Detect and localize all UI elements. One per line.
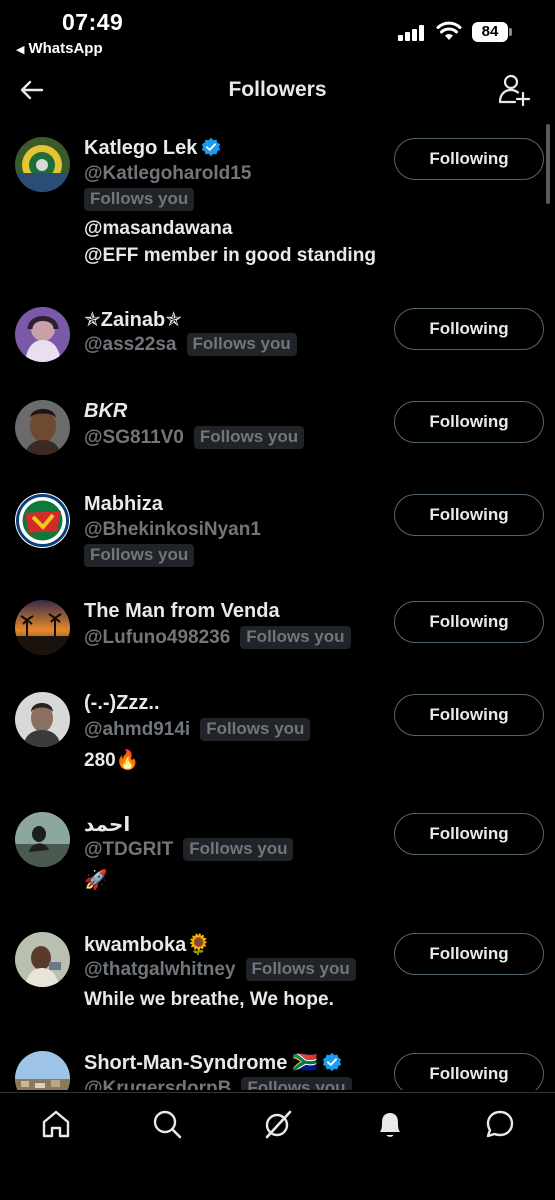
grok-icon[interactable] bbox=[261, 1107, 295, 1141]
avatar[interactable] bbox=[15, 307, 70, 362]
following-button[interactable]: Following bbox=[394, 308, 544, 350]
follower-name[interactable]: The Man from Venda bbox=[84, 600, 280, 623]
back-to-app-link[interactable]: ◀ WhatsApp bbox=[16, 40, 103, 57]
verified-badge-icon bbox=[202, 137, 221, 157]
follows-you-badge: Follows you bbox=[183, 838, 294, 861]
search-icon[interactable] bbox=[150, 1107, 184, 1141]
follows-you-badge: Follows you bbox=[84, 188, 195, 211]
list-item[interactable]: احمد @TDGRIT Follows you 🚀 Following bbox=[0, 800, 555, 915]
follows-you-badge: Follows you bbox=[84, 544, 195, 567]
follower-name[interactable]: (-.-)Zzz.. bbox=[84, 692, 160, 715]
follower-name[interactable]: BKR bbox=[84, 400, 127, 423]
handle-line: @SG811V0 Follows you bbox=[84, 426, 305, 449]
avatar[interactable] bbox=[15, 137, 70, 192]
avatar[interactable] bbox=[15, 493, 70, 548]
handle-line: @BhekinkosiNyan1 bbox=[84, 519, 261, 541]
follower-bio-line: While we breathe, We hope. bbox=[84, 989, 334, 1010]
home-icon[interactable] bbox=[39, 1107, 73, 1141]
verified-badge-icon bbox=[322, 1052, 341, 1072]
handle-line: @ahmd914i Follows you bbox=[84, 718, 311, 741]
list-item[interactable]: Mabhiza @BhekinkosiNyan1 Follows you Fol… bbox=[0, 481, 555, 581]
avatar[interactable] bbox=[15, 600, 70, 655]
follows-you-badge: Follows you bbox=[193, 426, 305, 449]
handle-line: @thatgalwhitney Follows you bbox=[84, 958, 356, 981]
follower-name[interactable]: Katlego Lek bbox=[84, 137, 221, 160]
list-item[interactable]: ✯Zainab✯ @ass22sa Follows you Following bbox=[0, 295, 555, 380]
avatar[interactable] bbox=[15, 1051, 70, 1090]
following-button[interactable]: Following bbox=[394, 401, 544, 443]
avatar[interactable] bbox=[15, 400, 70, 455]
follower-bio-line: @masandawana bbox=[84, 218, 233, 239]
follower-bio-line: 🚀 bbox=[84, 870, 108, 891]
follows-you-badge: Follows you bbox=[186, 333, 297, 356]
follower-bio-line: 280🔥 bbox=[84, 750, 140, 771]
following-button[interactable]: Following bbox=[394, 138, 544, 180]
follows-you-badge: Follows you bbox=[245, 958, 356, 981]
page-header: Followers bbox=[0, 64, 555, 116]
following-button[interactable]: Following bbox=[394, 601, 544, 643]
follower-name[interactable]: kwamboka🌻 bbox=[84, 932, 211, 957]
follower-handle: @Lufuno498236 bbox=[84, 626, 231, 648]
status-bar: 07:49 ◀ WhatsApp 84 bbox=[0, 0, 555, 64]
follower-handle: @Katlegoharold15 bbox=[84, 163, 252, 184]
list-item[interactable]: BKR @SG811V0 Follows you Following bbox=[0, 388, 555, 473]
follower-name[interactable]: احمد bbox=[84, 812, 130, 837]
follower-handle: @thatgalwhitney bbox=[84, 958, 236, 980]
page-title: Followers bbox=[228, 78, 327, 101]
list-item[interactable]: Short-Man-Syndrome 🇿🇦 @KrugersdorpB Follo… bbox=[0, 1040, 555, 1090]
follower-name[interactable]: Mabhiza bbox=[84, 493, 163, 516]
follower-handle: @ass22sa bbox=[84, 333, 177, 355]
handle-line: @ass22sa Follows you bbox=[84, 333, 297, 356]
battery-indicator: 84 bbox=[472, 22, 508, 42]
follower-handle: @ahmd914i bbox=[84, 718, 191, 740]
handle-line: @TDGRIT Follows you bbox=[84, 838, 294, 861]
following-button[interactable]: Following bbox=[394, 694, 544, 736]
list-item[interactable]: kwamboka🌻 @thatgalwhitney Follows you Whi… bbox=[0, 920, 555, 1035]
name-text: Short-Man-Syndrome 🇿🇦 bbox=[84, 1052, 318, 1074]
avatar[interactable] bbox=[15, 692, 70, 747]
follower-handle: @BhekinkosiNyan1 bbox=[84, 519, 261, 540]
list-item[interactable]: (-.-)Zzz.. @ahmd914i Follows you 280🔥 Fol… bbox=[0, 680, 555, 795]
handle-line: @Katlegoharold15 bbox=[84, 163, 251, 185]
notifications-icon[interactable] bbox=[373, 1107, 407, 1141]
follower-name[interactable]: Short-Man-Syndrome 🇿🇦 bbox=[84, 1050, 342, 1075]
wifi-icon bbox=[436, 21, 462, 40]
bottom-nav bbox=[0, 1092, 555, 1200]
following-button[interactable]: Following bbox=[394, 494, 544, 536]
back-app-label: WhatsApp bbox=[28, 40, 103, 57]
list-item[interactable]: Katlego Lek @Katlegoharold15 Follows you… bbox=[0, 120, 555, 280]
following-button[interactable]: Following bbox=[394, 813, 544, 855]
follows-you-badge: Follows you bbox=[241, 1077, 352, 1090]
follows-you-badge: Follows you bbox=[240, 626, 351, 649]
signal-icon bbox=[398, 25, 428, 41]
status-time: 07:49 bbox=[62, 9, 124, 35]
follower-name[interactable]: ✯Zainab✯ bbox=[84, 307, 182, 332]
following-button[interactable]: Following bbox=[394, 1053, 544, 1090]
battery-tip bbox=[509, 28, 512, 36]
name-text: Katlego Lek bbox=[84, 137, 198, 159]
back-triangle-icon: ◀ bbox=[16, 44, 25, 56]
followers-list: Katlego Lek @Katlegoharold15 Follows you… bbox=[0, 120, 555, 1090]
follower-handle: @KrugersdorpB bbox=[84, 1077, 232, 1091]
follower-handle: @TDGRIT bbox=[84, 838, 174, 860]
avatar[interactable] bbox=[15, 932, 70, 987]
handle-line: @Lufuno498236 Follows you bbox=[84, 626, 351, 649]
follows-you-badge: Follows you bbox=[200, 718, 311, 741]
avatar[interactable] bbox=[15, 812, 70, 867]
messages-icon[interactable] bbox=[483, 1107, 517, 1141]
follower-handle: @SG811V0 bbox=[84, 426, 184, 448]
add-user-icon[interactable] bbox=[496, 72, 532, 108]
list-item[interactable]: The Man from Venda @Lufuno498236 Follows … bbox=[0, 588, 555, 673]
following-button[interactable]: Following bbox=[394, 933, 544, 975]
handle-line: @KrugersdorpB Follows you bbox=[84, 1077, 352, 1090]
follower-bio-line: @EFF member in good standing bbox=[84, 245, 376, 266]
